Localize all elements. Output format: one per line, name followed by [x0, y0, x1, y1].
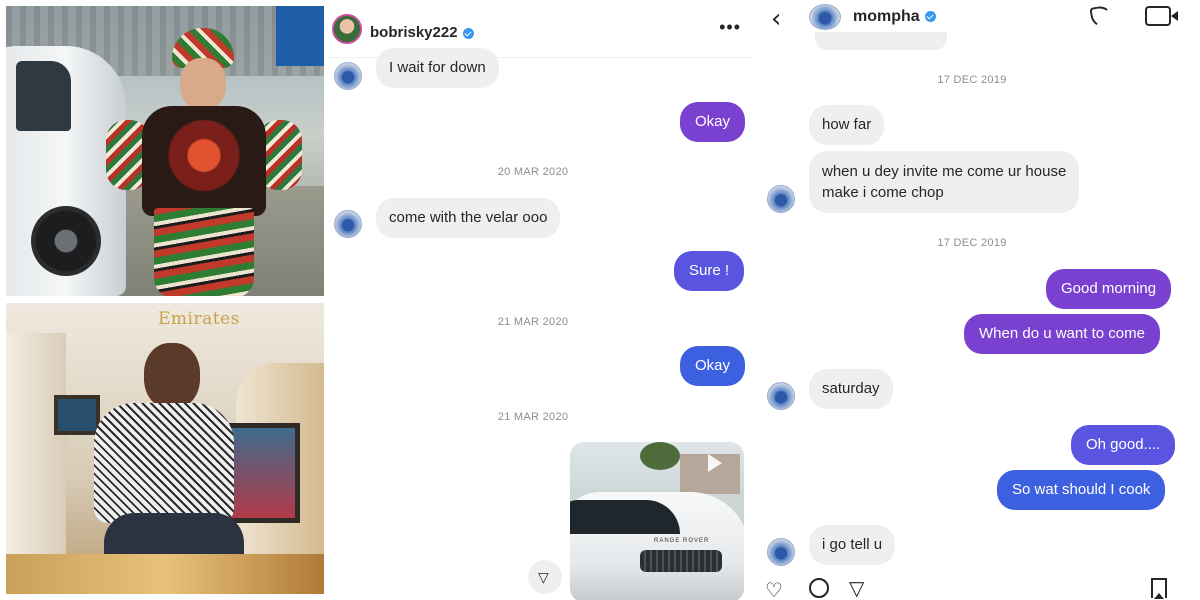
- photo-man-in-cabin: Emirates: [6, 303, 324, 594]
- cabin-lights: [6, 554, 324, 594]
- back-icon[interactable]: ‹: [771, 4, 781, 34]
- message-incoming[interactable]: come with the velar ooo: [376, 198, 561, 238]
- heart-icon[interactable]: ♡: [765, 578, 783, 600]
- action-bar: ♡ ▽: [757, 574, 1200, 600]
- verified-badge-icon: [462, 27, 474, 39]
- suv-badge: RANGE ROVER: [654, 538, 710, 544]
- media-tree: [640, 442, 680, 470]
- date-separator: 17 DEC 2019: [937, 74, 1007, 86]
- face: [180, 58, 226, 110]
- video-call-icon[interactable]: [1145, 6, 1171, 26]
- sender-avatar: [334, 62, 362, 90]
- profile-avatar[interactable]: [809, 4, 841, 30]
- sender-avatar: [767, 538, 795, 566]
- head: [144, 343, 200, 409]
- message-incoming[interactable]: i go tell u: [809, 525, 896, 565]
- phone-call-icon[interactable]: [1089, 4, 1115, 30]
- more-options-icon[interactable]: •••: [719, 18, 741, 36]
- suv-windshield: [570, 500, 680, 534]
- patterned-skirt: [154, 208, 254, 296]
- sender-avatar: [767, 185, 795, 213]
- username-text: bobrisky222: [370, 24, 458, 41]
- send-icon: ▽: [538, 569, 549, 585]
- chat-username[interactable]: mompha: [853, 8, 936, 26]
- message-outgoing[interactable]: Okay: [680, 102, 746, 142]
- play-icon[interactable]: [708, 454, 722, 472]
- username-text: mompha: [853, 8, 920, 25]
- message-incoming[interactable]: when u dey invite me come ur house make …: [809, 151, 1080, 213]
- verified-badge-icon: [924, 11, 936, 23]
- comment-icon[interactable]: [809, 578, 829, 598]
- date-separator: 21 MAR 2020: [497, 316, 569, 328]
- message-outgoing[interactable]: Oh good....: [1071, 425, 1176, 465]
- photo-woman-by-car: [6, 6, 324, 296]
- message-outgoing[interactable]: So wat should I cook: [997, 470, 1166, 510]
- sender-avatar: [767, 382, 795, 410]
- cabin-wall: [6, 333, 66, 573]
- previous-message-edge: [815, 32, 947, 50]
- profile-avatar[interactable]: [332, 14, 362, 44]
- sender-avatar: [334, 210, 362, 238]
- message-outgoing[interactable]: Sure !: [674, 251, 745, 291]
- date-separator: 20 MAR 2020: [497, 166, 569, 178]
- shared-media-car-photo[interactable]: RANGE ROVER: [570, 442, 744, 600]
- patterned-dress: [142, 106, 266, 216]
- emirates-logo: Emirates: [158, 309, 240, 329]
- date-separator: 17 DEC 2019: [937, 237, 1007, 249]
- car-wheel: [31, 206, 101, 276]
- chat-username[interactable]: bobrisky222: [370, 24, 474, 41]
- send-button[interactable]: ▽: [528, 560, 562, 594]
- chat-header: ‹ mompha: [757, 0, 1200, 34]
- bookmark-icon[interactable]: [1151, 578, 1167, 599]
- message-outgoing[interactable]: When do u want to come: [964, 314, 1160, 354]
- message-incoming[interactable]: I wait for down: [376, 48, 499, 88]
- patterned-shirt: [94, 403, 234, 523]
- message-outgoing[interactable]: Okay: [680, 346, 746, 386]
- suv-grille: [640, 550, 722, 572]
- date-separator: 21 MAR 2020: [497, 411, 569, 423]
- car-window: [16, 61, 71, 131]
- chat-panel-bobrisky: bobrisky222 ••• I wait for down Okay 20 …: [328, 0, 753, 600]
- message-incoming[interactable]: how far: [809, 105, 885, 145]
- message-outgoing[interactable]: Good morning: [1046, 269, 1172, 309]
- media-white-suv: RANGE ROVER: [570, 492, 744, 600]
- message-incoming[interactable]: saturday: [809, 369, 893, 409]
- woman-figure: [106, 28, 302, 296]
- chat-panel-mompha: ‹ mompha 17 DEC 2019 how far when u dey …: [757, 0, 1200, 600]
- share-icon[interactable]: ▽: [849, 576, 864, 600]
